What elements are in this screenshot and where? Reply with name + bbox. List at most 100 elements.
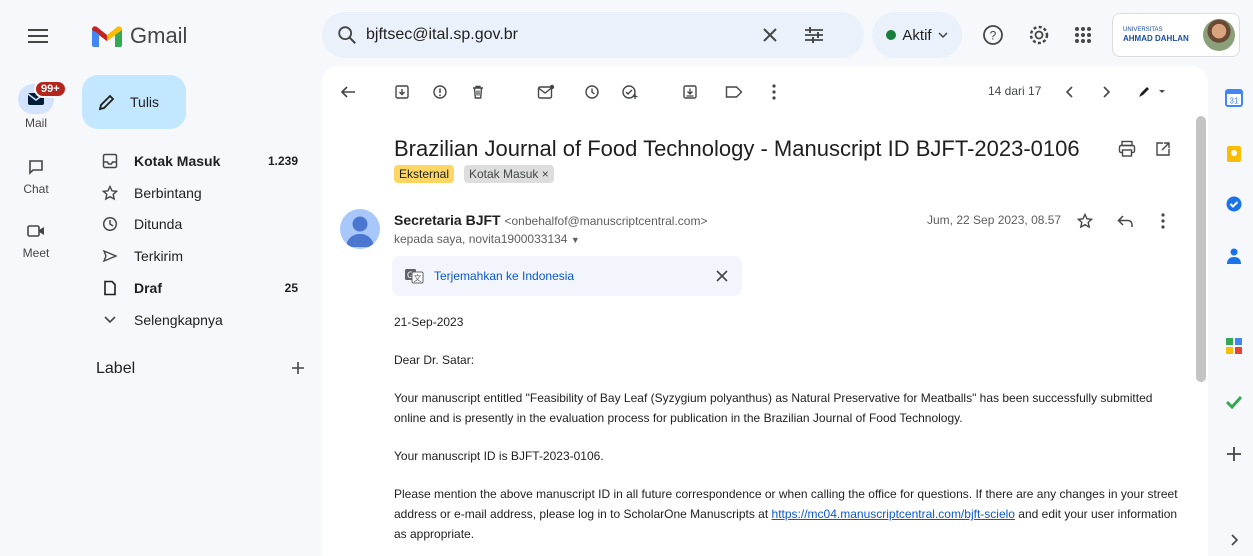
sender-email: <onbehalfof@manuscriptcentral.com> (504, 214, 708, 228)
status-dropdown[interactable]: Aktif (872, 12, 962, 58)
archive-button[interactable] (390, 80, 414, 104)
mark-unread-icon (537, 84, 555, 99)
reply-icon (1117, 215, 1133, 227)
folder-label: Selengkapnya (134, 312, 223, 328)
account-switcher[interactable]: UNIVERSITAS AHMAD DAHLAN (1112, 13, 1240, 57)
archive-icon (395, 85, 409, 99)
sender-name[interactable]: Secretaria BJFT (394, 212, 501, 228)
checkmark-addon-button[interactable] (1222, 390, 1246, 414)
pencil-icon (98, 94, 115, 111)
older-button[interactable] (1094, 80, 1118, 104)
rail-mail-label: Mail (24, 116, 47, 130)
translate-bar: G文 Terjemahkan ke Indonesia (392, 256, 742, 296)
open-new-window-button[interactable] (1152, 138, 1174, 160)
folder-inbox[interactable]: Kotak Masuk 1.239 (84, 145, 310, 177)
draft-icon (104, 280, 116, 296)
newer-button[interactable] (1058, 80, 1082, 104)
folder-drafts[interactable]: Draf 25 (84, 272, 310, 304)
recipients-text: kepada saya, novita1900033134 (394, 232, 568, 246)
video-camera-icon (27, 225, 44, 237)
more-options-button[interactable] (762, 80, 786, 104)
star-icon (102, 185, 118, 201)
unread-badge: 99+ (34, 80, 67, 98)
svg-text:?: ? (990, 29, 997, 43)
folder-more[interactable]: Selengkapnya (84, 304, 310, 336)
keep-app-button[interactable] (1222, 142, 1246, 166)
main-menu-button[interactable] (18, 18, 58, 54)
status-label: Aktif (902, 26, 932, 44)
message-date: Jum, 22 Sep 2023, 08.57 (927, 213, 1062, 227)
apps-launcher-button[interactable] (1070, 22, 1096, 48)
folder-label: Ditunda (134, 216, 183, 232)
labels-section: Label (96, 360, 306, 378)
snooze-button[interactable] (580, 80, 604, 104)
create-label-icon[interactable] (290, 360, 306, 376)
scrollbar-thumb[interactable] (1196, 116, 1206, 382)
message-more-button[interactable] (1152, 210, 1174, 232)
rail-meet[interactable]: Meet (14, 216, 58, 260)
recipients-line[interactable]: kepada saya, novita1900033134 ▼ (394, 232, 580, 246)
folder-starred[interactable]: Berbintang (84, 177, 310, 209)
star-button[interactable] (1074, 210, 1096, 232)
body-paragraph-3: Please mention the above manuscript ID i… (394, 484, 1184, 544)
clear-search-button[interactable] (758, 23, 782, 47)
input-tools-button[interactable] (1132, 80, 1172, 104)
print-button[interactable] (1116, 138, 1138, 160)
clock-icon (585, 85, 599, 99)
send-icon (102, 249, 118, 263)
rail-chat[interactable]: Chat (14, 152, 58, 196)
checkmark-icon (1225, 395, 1243, 409)
delete-button[interactable] (466, 80, 490, 104)
search-icon[interactable] (336, 24, 358, 46)
inbox-label-chip[interactable]: Kotak Masuk × (464, 165, 554, 183)
gmail-logo[interactable]: Gmail (92, 22, 187, 50)
body-paragraph-2: Your manuscript ID is BJFT-2023-0106. (394, 449, 604, 463)
tasks-icon (1226, 196, 1242, 212)
settings-button[interactable] (1026, 22, 1052, 48)
scholarone-link[interactable]: https://mc04.manuscriptcentral.com/bjft-… (772, 507, 1015, 521)
organization-line-2: AHMAD DAHLAN (1123, 34, 1189, 43)
chevron-down-icon (938, 32, 948, 38)
expand-side-panel-button[interactable] (1222, 528, 1246, 552)
folder-label: Draf (134, 280, 163, 296)
calendar-app-button[interactable]: 31 (1222, 86, 1246, 110)
printer-icon (1118, 140, 1136, 157)
back-button[interactable] (336, 80, 360, 104)
folder-snoozed[interactable]: Ditunda (84, 208, 310, 240)
folder-label: Berbintang (134, 185, 202, 201)
translate-close-button[interactable] (712, 266, 732, 286)
contacts-icon (1227, 248, 1241, 264)
add-task-icon (622, 85, 638, 99)
move-to-button[interactable] (678, 80, 702, 104)
pagination-text: 14 dari 17 (988, 84, 1042, 98)
plus-icon (1227, 447, 1241, 461)
add-to-tasks-button[interactable] (618, 80, 642, 104)
search-options-button[interactable] (802, 23, 826, 47)
tasks-app-button[interactable] (1222, 192, 1246, 216)
user-avatar[interactable] (1203, 19, 1235, 51)
help-button[interactable]: ? (980, 22, 1006, 48)
get-addons-button[interactable] (1222, 442, 1246, 466)
search-bar[interactable] (322, 12, 864, 58)
mark-unread-button[interactable] (534, 80, 558, 104)
clock-icon (102, 216, 118, 232)
label-button[interactable] (722, 80, 746, 104)
reply-button[interactable] (1114, 210, 1136, 232)
compose-button[interactable]: Tulis (82, 75, 186, 129)
chevron-right-icon (1103, 86, 1111, 98)
addon-app-button[interactable] (1222, 334, 1246, 358)
trash-icon (473, 85, 483, 99)
calendar-icon: 31 (1225, 89, 1243, 107)
rail-mail[interactable]: 99+ Mail (14, 80, 67, 130)
report-spam-button[interactable] (428, 80, 452, 104)
search-input[interactable] (366, 26, 766, 44)
contacts-app-button[interactable] (1222, 244, 1246, 268)
translate-link[interactable]: Terjemahkan ke Indonesia (434, 269, 574, 283)
folder-count: 1.239 (267, 154, 298, 168)
sender-avatar[interactable] (340, 209, 380, 249)
caret-down-icon: ▼ (570, 235, 580, 245)
folder-sent[interactable]: Terkirim (84, 240, 310, 272)
more-vertical-icon (772, 84, 776, 100)
email-body: 21-Sep-2023 Dear Dr. Satar: Your manuscr… (394, 312, 1184, 556)
organization-line-1: UNIVERSITAS (1123, 27, 1163, 33)
